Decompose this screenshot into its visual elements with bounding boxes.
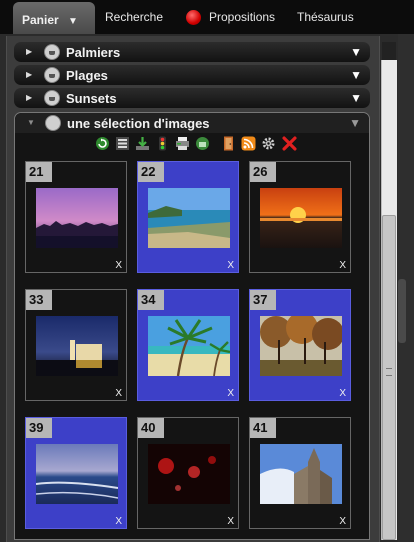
image-night-village[interactable] — [36, 316, 118, 376]
expand-arrow-icon[interactable]: ▶ — [26, 47, 32, 56]
thumbnail-22[interactable]: 22 X — [137, 161, 239, 273]
thumbnail-number: 26 — [250, 162, 276, 182]
section-label: une sélection d'images — [67, 116, 210, 131]
basket-icon — [44, 67, 60, 83]
chevron-down-icon: ▼ — [68, 16, 78, 27]
scrollbar-thumb[interactable] — [382, 215, 396, 540]
tab-bar: Panier ▼ Recherche Propositions Thésauru… — [0, 0, 414, 34]
tab-panier[interactable]: Panier ▼ — [13, 2, 95, 34]
thumbnail-number: 41 — [250, 418, 276, 438]
section-palmiers[interactable]: ▶ Palmiers ▼ — [14, 42, 370, 62]
chevron-down-icon[interactable]: ▼ — [350, 91, 362, 105]
remove-thumbnail-button[interactable]: X — [227, 388, 234, 399]
print-icon[interactable] — [175, 136, 190, 151]
list-icon[interactable] — [115, 136, 130, 151]
thumbnail-21[interactable]: 21 X — [25, 161, 127, 273]
section-selection: ▼ une sélection d'images ▼ 21 X 22 X 26 … — [14, 112, 370, 540]
section-label: Plages — [66, 68, 108, 83]
rss-icon[interactable] — [241, 136, 256, 151]
thumbnail-26[interactable]: 26 X — [249, 161, 351, 273]
tab-thesaurus[interactable]: Thésaurus — [297, 10, 354, 24]
outer-panel-edge — [398, 34, 414, 542]
download-icon[interactable] — [135, 136, 150, 151]
section-label: Sunsets — [66, 91, 117, 106]
basket-icon — [44, 44, 60, 60]
thumbnail-number: 39 — [26, 418, 52, 438]
thumbnail-33[interactable]: 33 X — [25, 289, 127, 401]
thumbnail-40[interactable]: 40 X — [137, 417, 239, 529]
red-dot-icon — [186, 10, 201, 25]
expand-arrow-icon[interactable]: ▶ — [26, 93, 32, 102]
remove-thumbnail-button[interactable]: X — [227, 516, 234, 527]
tab-propositions[interactable]: Propositions — [209, 10, 275, 24]
thumbnail-number: 33 — [26, 290, 52, 310]
resize-handle[interactable] — [398, 279, 406, 343]
refresh-icon[interactable] — [95, 136, 110, 151]
door-icon[interactable] — [221, 136, 236, 151]
image-coast[interactable] — [148, 188, 230, 248]
thumbnail-41[interactable]: 41 X — [249, 417, 351, 529]
tab-panier-label: Panier — [22, 13, 59, 27]
image-red-lights[interactable] — [148, 444, 230, 504]
thumbnail-39[interactable]: 39 X — [25, 417, 127, 529]
section-plages[interactable]: ▶ Plages ▼ — [14, 65, 370, 85]
remove-thumbnail-button[interactable]: X — [339, 388, 346, 399]
chevron-down-icon[interactable]: ▼ — [350, 45, 362, 59]
remove-thumbnail-button[interactable]: X — [339, 260, 346, 271]
thumbnail-number: 37 — [250, 290, 276, 310]
basket-icon — [45, 115, 61, 131]
gear-icon[interactable] — [261, 136, 276, 151]
thumbnail-37[interactable]: 37 X — [249, 289, 351, 401]
section-sunsets[interactable]: ▶ Sunsets ▼ — [14, 88, 370, 108]
thumbnail-34[interactable]: 34 X — [137, 289, 239, 401]
image-blue-beach[interactable] — [36, 444, 118, 504]
delete-icon[interactable] — [282, 136, 297, 151]
traffic-light-icon[interactable] — [155, 136, 170, 151]
collapse-arrow-icon[interactable]: ▼ — [27, 118, 35, 127]
thumbnail-number: 22 — [138, 162, 164, 182]
image-city-dusk[interactable] — [36, 188, 118, 248]
tab-recherche[interactable]: Recherche — [105, 10, 163, 24]
remove-thumbnail-button[interactable]: X — [227, 260, 234, 271]
expand-arrow-icon[interactable]: ▶ — [26, 70, 32, 79]
image-palm-beach[interactable] — [148, 316, 230, 376]
thumbnail-number: 34 — [138, 290, 164, 310]
remove-thumbnail-button[interactable]: X — [339, 516, 346, 527]
remove-thumbnail-button[interactable]: X — [115, 388, 122, 399]
image-cathedral[interactable] — [260, 444, 342, 504]
remove-thumbnail-button[interactable]: X — [115, 516, 122, 527]
image-sunset-sea[interactable] — [260, 188, 342, 248]
basket-icon — [44, 90, 60, 106]
thumbnail-number: 21 — [26, 162, 52, 182]
basket-green-icon[interactable] — [195, 136, 210, 151]
chevron-down-icon[interactable]: ▼ — [350, 68, 362, 82]
scrollbar-grip-icon — [386, 368, 392, 376]
section-selection-header[interactable]: ▼ une sélection d'images ▼ — [15, 113, 369, 133]
remove-thumbnail-button[interactable]: X — [115, 260, 122, 271]
thumbnail-number: 40 — [138, 418, 164, 438]
chevron-down-icon[interactable]: ▼ — [349, 116, 361, 130]
image-autumn-trees[interactable] — [260, 316, 342, 376]
basket-toolbar — [15, 133, 369, 155]
section-label: Palmiers — [66, 45, 121, 60]
